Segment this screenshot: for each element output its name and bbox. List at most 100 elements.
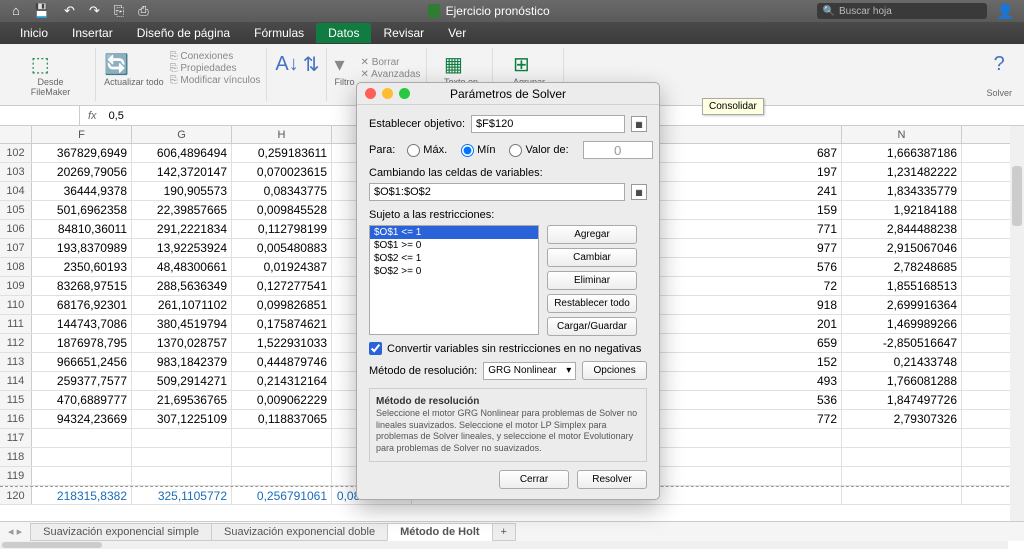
cell[interactable]: 983,1842379 (132, 353, 232, 371)
cell[interactable]: 84810,36011 (32, 220, 132, 238)
redo-icon[interactable]: ↷ (89, 3, 100, 19)
cell[interactable]: 0,005480883 (232, 239, 332, 257)
row-header[interactable]: 103 (0, 163, 32, 181)
cell[interactable]: 0,009845528 (232, 201, 332, 219)
constraint-item[interactable]: $O$1 <= 1 (370, 226, 538, 239)
cell[interactable]: 259377,7577 (32, 372, 132, 390)
row-header[interactable]: 108 (0, 258, 32, 276)
sort-asc-icon[interactable]: A↓ (275, 50, 298, 78)
row-header[interactable]: 118 (0, 448, 32, 466)
group-icon[interactable]: ⊞ (513, 50, 545, 78)
row-header[interactable]: 107 (0, 239, 32, 257)
cell[interactable] (842, 429, 962, 447)
cell[interactable]: 1,834335779 (842, 182, 962, 200)
cell[interactable]: 68176,92301 (32, 296, 132, 314)
cell[interactable]: 1,766081288 (842, 372, 962, 390)
cell[interactable]: 83268,97515 (32, 277, 132, 295)
ribbon-sub[interactable]: ⎘ Conexiones (170, 51, 261, 62)
cell[interactable]: 0,444879746 (232, 353, 332, 371)
cell[interactable]: 367829,6949 (32, 144, 132, 162)
sort-icon[interactable]: ⇅ (303, 50, 320, 78)
solve-button[interactable]: Resolver (577, 470, 647, 489)
undo-icon[interactable]: ↶ (64, 3, 75, 19)
cell[interactable]: 501,6962358 (32, 201, 132, 219)
horizontal-scrollbar[interactable] (0, 541, 1008, 549)
cell[interactable] (132, 448, 232, 466)
cell[interactable] (842, 467, 962, 485)
cell[interactable]: 193,8370989 (32, 239, 132, 257)
radio-min[interactable]: Mín (461, 144, 495, 157)
cell[interactable]: 291,2221834 (132, 220, 232, 238)
cell[interactable]: 0,21433748 (842, 353, 962, 371)
row-header[interactable]: 114 (0, 372, 32, 390)
cell[interactable]: 21,69536765 (132, 391, 232, 409)
valor-input[interactable] (583, 141, 653, 159)
nonneg-checkbox[interactable] (369, 342, 382, 355)
close-icon[interactable] (365, 88, 376, 99)
range-picker-icon[interactable]: ▦ (631, 116, 647, 132)
cell[interactable]: 0,009062229 (232, 391, 332, 409)
row-header[interactable]: 120 (0, 487, 32, 504)
row-header[interactable]: 104 (0, 182, 32, 200)
cell[interactable] (132, 429, 232, 447)
row-header[interactable]: 105 (0, 201, 32, 219)
ribtab-datos[interactable]: Datos (316, 23, 371, 43)
cell[interactable]: 2,699916364 (842, 296, 962, 314)
cell[interactable]: 307,1225109 (132, 410, 232, 428)
reset-button[interactable]: Restablecer todo (547, 294, 637, 313)
cell[interactable]: 1,522931033 (232, 334, 332, 352)
ribtab-ver[interactable]: Ver (436, 23, 478, 43)
cell[interactable] (32, 448, 132, 466)
row-header[interactable]: 110 (0, 296, 32, 314)
cell[interactable]: 261,1071102 (132, 296, 232, 314)
cell[interactable]: 1876978,795 (32, 334, 132, 352)
vars-input[interactable] (369, 183, 625, 201)
cell[interactable] (132, 467, 232, 485)
user-icon[interactable]: 👤 (997, 3, 1014, 20)
vertical-scrollbar[interactable] (1010, 126, 1024, 521)
cell[interactable]: 190,905573 (132, 182, 232, 200)
cell[interactable]: 0,214312164 (232, 372, 332, 390)
copy-icon[interactable]: ⎘ (114, 3, 124, 19)
cell[interactable]: 94324,23669 (32, 410, 132, 428)
sheet-tab[interactable]: Suavización exponencial simple (30, 523, 212, 541)
row-header[interactable]: 111 (0, 315, 32, 333)
objective-input[interactable] (471, 115, 625, 133)
ribtab-diseño de página[interactable]: Diseño de página (125, 23, 242, 43)
constraint-item[interactable]: $O$2 >= 0 (370, 265, 538, 278)
cell[interactable]: 1,92184188 (842, 201, 962, 219)
cell[interactable]: 0,256791061 (232, 487, 332, 504)
cell[interactable]: 0,099826851 (232, 296, 332, 314)
zoom-icon[interactable] (399, 88, 410, 99)
constraint-item[interactable]: $O$1 >= 0 (370, 239, 538, 252)
cell[interactable]: 20269,79056 (32, 163, 132, 181)
cell[interactable]: 325,1105772 (132, 487, 232, 504)
range-picker-icon[interactable]: ▦ (631, 184, 647, 200)
cell[interactable]: 0,08343775 (232, 182, 332, 200)
constraints-list[interactable]: $O$1 <= 1$O$1 >= 0$O$2 <= 1$O$2 >= 0 (369, 225, 539, 335)
cell[interactable]: 22,39857665 (132, 201, 232, 219)
cell[interactable] (842, 487, 962, 504)
ribbon-sub[interactable]: ⎘ Modificar vínculos (170, 75, 261, 86)
tab-nav[interactable]: ◂ ▸ (8, 525, 22, 538)
delete-button[interactable]: Eliminar (547, 271, 637, 290)
row-header[interactable]: 106 (0, 220, 32, 238)
sheet-tab[interactable]: Método de Holt (387, 523, 492, 541)
cell[interactable]: 2,915067046 (842, 239, 962, 257)
cell[interactable]: 1,855168513 (842, 277, 962, 295)
data-tool-icon[interactable]: ▦ (444, 50, 478, 78)
constraint-item[interactable]: $O$2 <= 1 (370, 252, 538, 265)
cell[interactable]: 144743,7086 (32, 315, 132, 333)
col-header[interactable]: F (32, 126, 132, 143)
cell[interactable]: 0,118837065 (232, 410, 332, 428)
load-save-button[interactable]: Cargar/Guardar (547, 317, 637, 336)
import-icon[interactable]: ⬚ (31, 50, 71, 78)
cell[interactable]: 380,4519794 (132, 315, 232, 333)
cell[interactable]: 470,6889777 (32, 391, 132, 409)
solver-icon[interactable]: ? (994, 50, 1005, 78)
col-header[interactable]: N (842, 126, 962, 143)
cell[interactable]: 1,847497726 (842, 391, 962, 409)
col-header[interactable]: G (132, 126, 232, 143)
close-button[interactable]: Cerrar (499, 470, 569, 489)
cell[interactable]: 0,070023615 (232, 163, 332, 181)
